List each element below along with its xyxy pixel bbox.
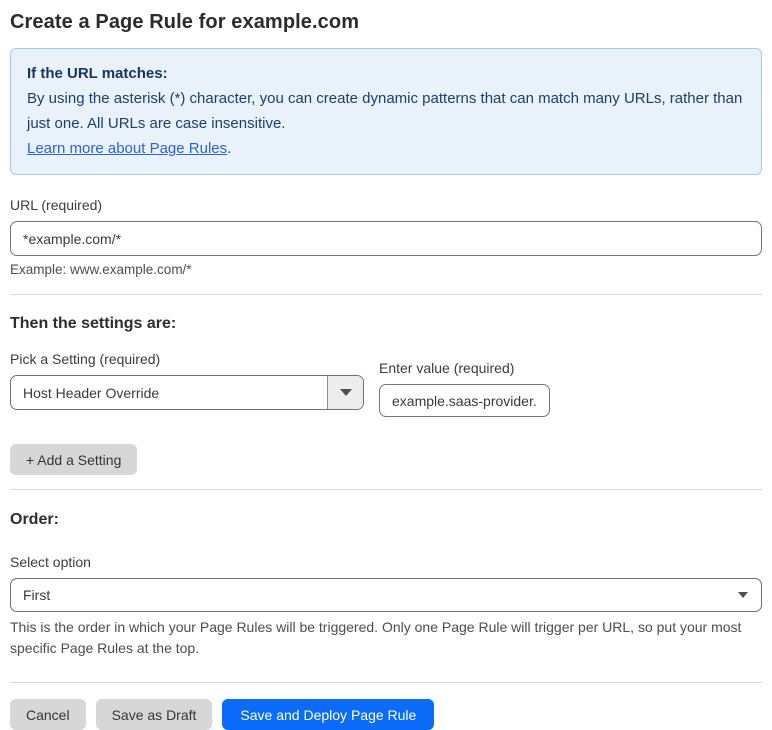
link-suffix: . (227, 140, 232, 157)
chevron-down-icon (738, 592, 761, 598)
url-matches-info-box: If the URL matches: By using the asteris… (10, 48, 762, 175)
info-box-heading: If the URL matches: (27, 65, 168, 82)
settings-section-heading: Then the settings are: (10, 315, 177, 332)
setting-row: Pick a Setting (required) Host Header Ov… (10, 351, 762, 417)
url-example-helper: Example: www.example.com/* (10, 262, 192, 277)
info-box-body: By using the asterisk (*) character, you… (27, 90, 743, 132)
divider (10, 682, 762, 683)
select-option-label: Select option (10, 554, 91, 570)
setting-value-group: Enter value (required) (379, 360, 550, 417)
order-help-text: This is the order in which your Page Rul… (10, 619, 742, 656)
pick-setting-select[interactable]: Host Header Override (10, 375, 364, 410)
enter-value-label: Enter value (required) (379, 360, 515, 376)
order-selected-value: First (23, 587, 51, 603)
pick-setting-selected-value: Host Header Override (23, 384, 160, 401)
save-as-draft-button[interactable]: Save as Draft (95, 699, 213, 730)
info-box-link-row: Learn more about Page Rules. (27, 136, 745, 161)
chevron-down-icon (327, 376, 363, 409)
pick-setting-label: Pick a Setting (required) (10, 351, 161, 367)
divider (10, 294, 762, 295)
pick-setting-group: Pick a Setting (required) Host Header Ov… (10, 351, 364, 410)
divider (10, 489, 762, 490)
form-actions: Cancel Save as Draft Save and Deploy Pag… (10, 699, 762, 730)
setting-value-input[interactable] (379, 384, 550, 417)
order-section-heading: Order: (10, 511, 59, 528)
learn-more-link[interactable]: Learn more about Page Rules (27, 140, 227, 157)
save-and-deploy-button[interactable]: Save and Deploy Page Rule (222, 699, 435, 730)
page-title: Create a Page Rule for example.com (10, 11, 360, 33)
order-select[interactable]: First (10, 578, 762, 612)
cancel-button[interactable]: Cancel (10, 699, 86, 730)
url-field-group: URL (required) Example: www.example.com/… (10, 197, 762, 277)
add-setting-button[interactable]: + Add a Setting (10, 444, 138, 475)
create-page-rule-form: Create a Page Rule for example.com If th… (0, 0, 772, 730)
url-input[interactable] (10, 221, 762, 256)
url-label: URL (required) (10, 197, 103, 213)
